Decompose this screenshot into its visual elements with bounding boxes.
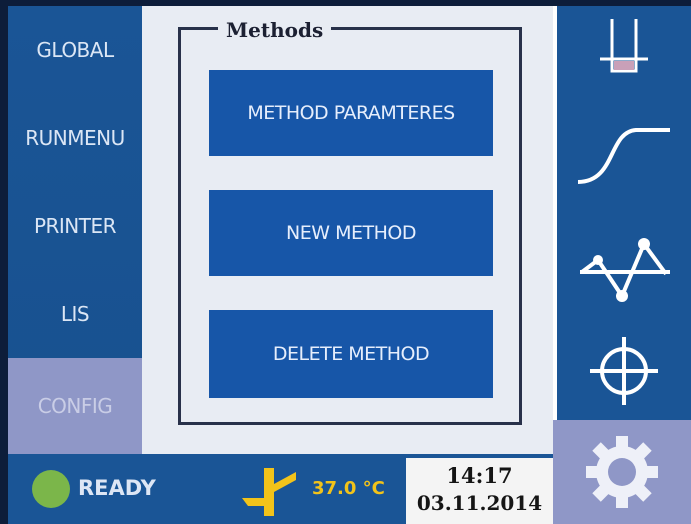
nav-item-label: CONFIG <box>37 394 113 418</box>
date-readout: 03.11.2014 <box>416 491 543 515</box>
thermometer-icon <box>242 468 296 516</box>
temperature-readout: 37.0 °C <box>312 478 385 499</box>
button-label: NEW METHOD <box>286 222 416 244</box>
settings-button[interactable] <box>553 420 691 524</box>
method-parameters-button[interactable]: METHOD PARAMTERES <box>209 70 493 156</box>
nav-item-label: LIS <box>60 302 90 326</box>
nav-item-printer[interactable]: PRINTER <box>8 182 142 270</box>
time-readout: 14:17 <box>446 463 513 488</box>
nav-item-label: RUNMENU <box>25 126 125 150</box>
nav-item-lis[interactable]: LIS <box>8 270 142 358</box>
test-tube-icon[interactable] <box>557 6 691 96</box>
button-label: DELETE METHOD <box>272 343 430 365</box>
sigmoid-curve-icon[interactable] <box>557 112 691 202</box>
methods-title: Methods <box>218 18 332 42</box>
left-navigation: GLOBAL RUNMENU PRINTER LIS CONFIG <box>8 6 142 454</box>
crosshair-icon[interactable] <box>557 326 691 416</box>
device-screen: GLOBAL RUNMENU PRINTER LIS CONFIG Method… <box>8 6 691 524</box>
nav-item-global[interactable]: GLOBAL <box>8 6 142 94</box>
nav-item-runmenu[interactable]: RUNMENU <box>8 94 142 182</box>
right-toolbar <box>557 6 691 420</box>
nav-item-config[interactable]: CONFIG <box>8 358 142 454</box>
status-label: READY <box>78 476 156 500</box>
status-bar: READY 37.0 °C 14:17 03.11.2014 <box>8 454 553 524</box>
gear-icon <box>586 436 658 508</box>
delete-method-button[interactable]: DELETE METHOD <box>209 310 493 398</box>
ready-indicator-icon <box>32 470 70 508</box>
button-label: METHOD PARAMTERES <box>247 102 455 124</box>
nav-item-label: PRINTER <box>33 214 117 238</box>
methods-panel: Methods METHOD PARAMTERES NEW METHOD DEL… <box>142 6 553 454</box>
nav-item-label: GLOBAL <box>36 38 114 62</box>
datetime-display: 14:17 03.11.2014 <box>406 458 553 524</box>
new-method-button[interactable]: NEW METHOD <box>209 190 493 276</box>
line-graph-icon[interactable] <box>557 222 691 312</box>
